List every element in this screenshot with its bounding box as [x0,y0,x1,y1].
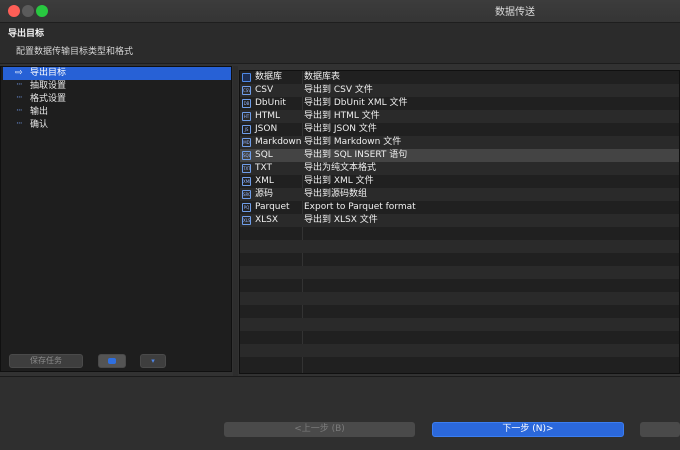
previous-button[interactable]: <上一步 (B) [224,422,415,437]
empty-row [240,292,679,305]
format-description: 导出到 Markdown 文件 [304,137,402,147]
table-row[interactable]: XML XML 导出到 XML 文件 [240,175,679,188]
table-row[interactable]: JS JSON 导出到 JSON 文件 [240,123,679,136]
table-row[interactable]: XLS XLSX 导出到 XLSX 文件 [240,214,679,227]
format-name: DbUnit [255,98,286,108]
parquet-file-icon: PQ [242,203,251,212]
format-name: SQL [255,150,273,160]
format-name: HTML [255,111,281,121]
format-description: 导出到 SQL INSERT 语句 [304,150,408,160]
tree-item-extract-settings[interactable]: ··· 抽取设置 [3,80,231,93]
minimize-window-button[interactable] [22,5,34,17]
table-row[interactable]: SQL SQL 导出到 SQL INSERT 语句 [240,149,679,162]
format-description: 导出到 XLSX 文件 [304,215,378,225]
empty-row [240,227,679,240]
xml-file-icon: XML [242,177,251,186]
next-button[interactable]: 下一步 (N)> [432,422,624,437]
pane-splitter[interactable] [233,66,238,376]
table-row[interactable]: CSV CSV 导出到 CSV 文件 [240,84,679,97]
tree-item-confirm[interactable]: ··· 确认 [3,119,231,132]
gear-icon [108,358,116,364]
table-row[interactable]: DB DbUnit 导出到 DbUnit XML 文件 [240,97,679,110]
format-description: 导出到 DbUnit XML 文件 [304,98,408,108]
format-name: CSV [255,85,274,95]
load-icon: ▾ [151,357,155,365]
tree-item-export-target[interactable]: ⇨ 导出目标 [3,67,231,80]
format-name: XML [255,176,274,186]
format-name: 数据库 [255,72,283,82]
close-window-button[interactable] [8,5,20,17]
tree-item-label: 格式设置 [30,94,67,104]
export-format-table: 数据库 数据库表 CSV CSV 导出到 CSV 文件 DB DbUnit 导出… [239,70,680,374]
dotted-connector-icon: ··· [16,106,23,116]
empty-row [240,266,679,279]
empty-row [240,318,679,331]
format-description: 导出为纯文本格式 [304,163,377,173]
empty-row [240,240,679,253]
format-description: 导出到 JSON 文件 [304,124,377,134]
zoom-window-button[interactable] [36,5,48,17]
tree-item-label: 抽取设置 [30,81,67,91]
tree-item-label: 导出目标 [30,68,67,78]
tree-item-format-settings[interactable]: ··· 格式设置 [3,93,231,106]
page-title: 导出目标 [8,29,45,39]
tree-item-output[interactable]: ··· 输出 [3,106,231,119]
format-description: 数据库表 [304,72,341,82]
format-name: JSON [255,124,278,134]
format-name: Parquet [255,202,290,212]
empty-row [240,253,679,266]
table-row[interactable]: SRC 源码 导出到源码数组 [240,188,679,201]
wizard-header: 导出目标 配置数据传输目标类型和格式 [0,23,680,64]
format-description: 导出到 HTML 文件 [304,111,380,121]
dbunit-file-icon: DB [242,99,251,108]
markdown-file-icon: MD [242,138,251,147]
table-row[interactable]: 数据库 数据库表 [240,71,679,84]
database-table-icon [242,73,251,82]
wizard-steps-tree: ⇨ 导出目标 ··· 抽取设置 ··· 格式设置 ··· 输出 ··· 确认 [0,66,232,372]
table-row[interactable]: PQ Parquet Export to Parquet format [240,201,679,214]
table-row[interactable]: MD Markdown 导出到 Markdown 文件 [240,136,679,149]
page-subtitle: 配置数据传输目标类型和格式 [16,47,134,57]
json-file-icon: JS [242,125,251,134]
overflow-button[interactable] [640,422,680,437]
tree-item-label: 确认 [30,120,49,130]
empty-row [240,279,679,292]
format-name: Markdown [255,137,302,147]
html-file-icon: HT [242,112,251,121]
format-name: TXT [255,163,273,173]
empty-row [240,331,679,344]
xlsx-file-icon: XLS [242,216,251,225]
empty-row [240,357,679,370]
tree-item-label: 输出 [30,107,49,117]
table-row[interactable]: HT HTML 导出到 HTML 文件 [240,110,679,123]
wizard-footer: <上一步 (B) 下一步 (N)> [0,376,680,450]
format-name: 源码 [255,189,274,199]
table-row[interactable]: TXT TXT 导出为纯文本格式 [240,162,679,175]
empty-row [240,305,679,318]
task-settings-button[interactable] [98,354,126,368]
format-description: 导出到 CSV 文件 [304,85,373,95]
dotted-connector-icon: ··· [16,119,23,129]
window-title: 数据传送 [495,7,535,18]
format-description: 导出到 XML 文件 [304,176,374,186]
title-bar: 数据传送 [0,0,680,23]
format-description: Export to Parquet format [304,202,416,212]
dotted-connector-icon: ··· [16,93,23,103]
load-task-button[interactable]: ▾ [140,354,166,368]
source-code-file-icon: SRC [242,190,251,199]
save-task-button[interactable]: 保存任务 [9,354,83,368]
format-description: 导出到源码数组 [304,189,368,199]
format-name: XLSX [255,215,279,225]
sql-file-icon: SQL [242,151,251,160]
txt-file-icon: TXT [242,164,251,173]
dotted-connector-icon: ··· [16,80,23,90]
csv-file-icon: CSV [242,86,251,95]
empty-row [240,344,679,357]
